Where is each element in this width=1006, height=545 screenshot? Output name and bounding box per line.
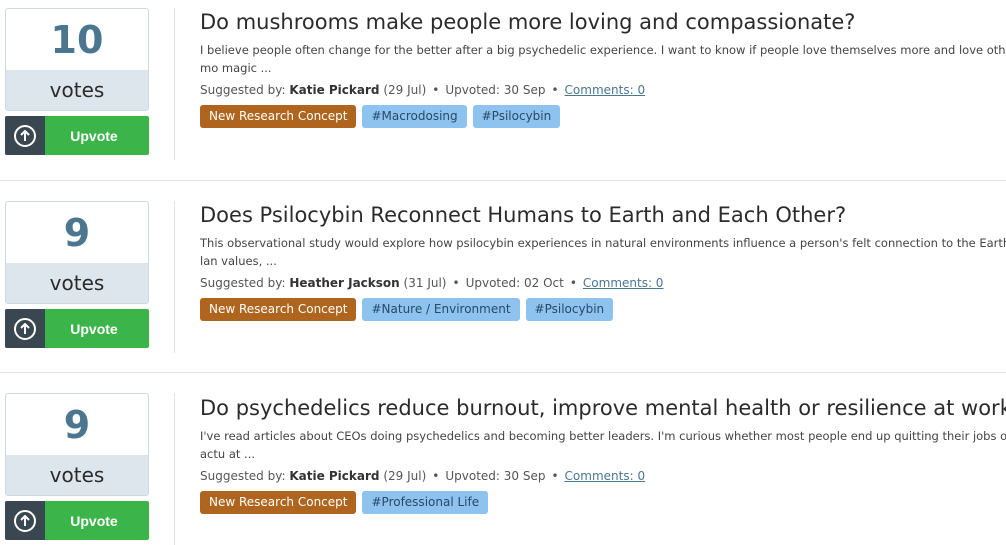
suggestion-meta: Suggested by: Katie Pickard (29 Jul) • Upv… — [200, 83, 646, 97]
upvote-icon-container — [5, 309, 45, 348]
comments-link[interactable]: Comments: 0 — [565, 83, 646, 97]
upvote-label: Upvote — [70, 127, 118, 144]
upvote-button[interactable]: Upvote — [5, 116, 149, 155]
suggestion-meta: Suggested by: Heather Jackson (31 Jul) • U… — [200, 276, 664, 290]
author-name: Katie Pickard — [289, 469, 380, 483]
upvote-label: Upvote — [70, 512, 118, 529]
column-divider — [174, 393, 175, 545]
item-separator — [0, 372, 1006, 373]
vote-count-box: 9 votes — [5, 201, 149, 304]
suggested-by-label: Suggested by: — [200, 83, 286, 97]
author-name: Katie Pickard — [289, 83, 380, 97]
arrow-up-circle-icon — [14, 317, 36, 340]
vote-count-box: 9 votes — [5, 393, 149, 496]
suggestion-item: Does Psilocybin Reconnect Humans to Eart… — [200, 202, 1006, 321]
suggestion-title[interactable]: Does Psilocybin Reconnect Humans to Eart… — [200, 202, 1006, 228]
votes-label: votes — [6, 455, 148, 495]
votes-label: votes — [6, 263, 148, 303]
upvote-label: Upvote — [70, 320, 118, 337]
upvote-icon-container — [5, 116, 45, 155]
suggested-date: (29 Jul) — [383, 83, 427, 97]
comments-link[interactable]: Comments: 0 — [583, 276, 664, 290]
column-divider — [174, 201, 175, 353]
arrow-up-circle-icon — [14, 509, 36, 532]
tag-new-research-concept[interactable]: New Research Concept — [200, 491, 357, 514]
upvoted-label: Upvoted: — [465, 276, 521, 290]
arrow-up-circle-icon — [14, 124, 36, 147]
suggestion-description: I believe people often change for the be… — [200, 43, 1006, 75]
tag-macrodosing[interactable]: #Macrodosing — [362, 105, 467, 128]
tag-nature-environment[interactable]: #Nature / Environment — [362, 298, 520, 321]
tag-psilocybin[interactable]: #Psilocybin — [525, 298, 614, 321]
upvoted-date: 30 Sep — [503, 83, 546, 97]
suggestion-title[interactable]: Do mushrooms make people more loving and… — [200, 9, 1006, 35]
upvoted-label: Upvoted: — [445, 83, 500, 97]
suggestion-title[interactable]: Do psychedelics reduce burnout, improve … — [200, 395, 1006, 421]
suggested-date: (29 Jul) — [383, 469, 427, 483]
suggestion-description: I've read articles about CEOs doing psyc… — [200, 429, 1006, 461]
vote-count: 9 — [63, 403, 91, 447]
author-name: Heather Jackson — [289, 276, 400, 290]
tag-list: New Research Concept #Macrodosing #Psilo… — [200, 105, 1006, 128]
suggestion-item: Do mushrooms make people more loving and… — [200, 9, 1006, 128]
upvoted-label: Upvoted: — [445, 469, 500, 483]
comments-link[interactable]: Comments: 0 — [565, 469, 646, 483]
suggestion-description: This observational study would explore h… — [200, 236, 1006, 268]
tag-psilocybin[interactable]: #Psilocybin — [472, 105, 561, 128]
tag-list: New Research Concept #Nature / Environme… — [200, 298, 1006, 321]
suggested-by-label: Suggested by: — [200, 276, 286, 290]
tag-list: New Research Concept #Professional Life — [200, 491, 1006, 514]
tag-new-research-concept[interactable]: New Research Concept — [200, 105, 357, 128]
vote-count: 10 — [50, 18, 104, 62]
upvoted-date: 02 Oct — [523, 276, 564, 290]
suggestion-meta: Suggested by: Katie Pickard (29 Jul) • Upv… — [200, 469, 646, 483]
upvote-button[interactable]: Upvote — [5, 309, 149, 348]
upvote-button[interactable]: Upvote — [5, 501, 149, 540]
votes-label: votes — [6, 70, 148, 110]
vote-count: 9 — [63, 211, 91, 255]
column-divider — [174, 8, 175, 160]
suggested-by-label: Suggested by: — [200, 469, 286, 483]
upvote-icon-container — [5, 501, 45, 540]
upvoted-date: 30 Sep — [503, 469, 546, 483]
tag-professional-life[interactable]: #Professional Life — [362, 491, 489, 514]
item-separator — [0, 180, 1006, 181]
tag-new-research-concept[interactable]: New Research Concept — [200, 298, 357, 321]
vote-count-box: 10 votes — [5, 8, 149, 111]
suggested-date: (31 Jul) — [403, 276, 447, 290]
suggestion-item: Do psychedelics reduce burnout, improve … — [200, 395, 1006, 514]
